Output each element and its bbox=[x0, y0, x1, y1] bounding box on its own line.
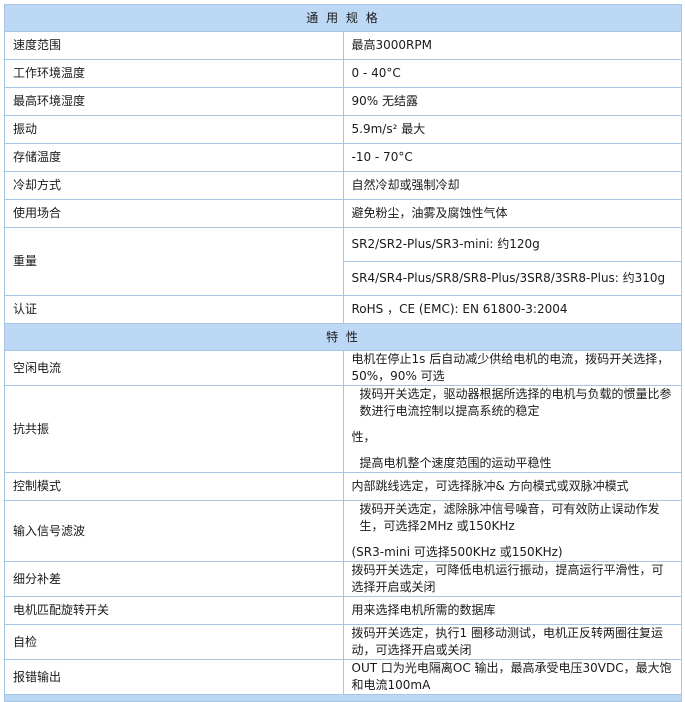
row-label: 振动 bbox=[4, 115, 344, 144]
row-label: 控制模式 bbox=[4, 472, 344, 501]
table-row: 振动 5.9m/s² 最大 bbox=[4, 115, 682, 144]
footer-band bbox=[4, 694, 682, 702]
table-row-motor-match: 电机匹配旋转开关 用来选择电机所需的数据库 bbox=[4, 596, 682, 625]
table-row-idle-current: 空闲电流 电机在停止1s 后自动减少供给电机的电流，拨码开关选择，50%，90%… bbox=[4, 350, 682, 386]
table-row-microstep: 细分补差 拨码开关选定，可降低电机运行振动，提高运行平滑性，可选择开启或关闭 bbox=[4, 561, 682, 597]
row-value: 最高3000RPM bbox=[342, 31, 682, 60]
value-line-2: 性， bbox=[351, 430, 376, 444]
row-value-multi: 拨码开关选定，滤除脉冲信号噪音，可有效防止误动作发生，可选择2MHz 或150K… bbox=[342, 500, 682, 562]
row-value-multi: 拨码开关选定，驱动器根据所选择的电机与负载的惯量比参数进行电流控制以提高系统的稳… bbox=[342, 385, 682, 473]
row-label: 报错输出 bbox=[4, 659, 344, 695]
table-row-certification: 认证 RoHS ，CE (EMC): EN 61800-3:2004 bbox=[4, 295, 682, 324]
row-value: 自然冷却或强制冷却 bbox=[342, 171, 682, 200]
section-title-features: 特 性 bbox=[4, 323, 682, 351]
row-label: 空闲电流 bbox=[4, 350, 344, 386]
row-label: 输入信号滤波 bbox=[4, 500, 344, 562]
table-row-weight: 重量 SR2/SR2-Plus/SR3-mini: 约120g bbox=[4, 227, 682, 296]
table-row: 存储温度 -10 - 70°C bbox=[4, 143, 682, 172]
row-value: OUT 口为光电隔离OC 输出，最高承受电压30VDC，最大饱和电流100mA bbox=[342, 659, 682, 695]
row-value: 内部跳线选定，可选择脉冲& 方向模式或双脉冲模式 bbox=[342, 472, 682, 501]
table-row: 冷却方式 自然冷却或强制冷却 bbox=[4, 171, 682, 200]
row-label: 使用场合 bbox=[4, 199, 344, 228]
row-value: 拨码开关选定，执行1 圈移动测试，电机正反转两圈往复运动，可选择开启或关闭 bbox=[342, 624, 682, 660]
row-value: 用来选择电机所需的数据库 bbox=[342, 596, 682, 625]
row-label: 最高环境湿度 bbox=[4, 87, 344, 116]
section-features-header: 特 性 bbox=[4, 323, 682, 351]
table-footer-band bbox=[4, 694, 682, 702]
table-row: 速度范围 最高3000RPM bbox=[4, 31, 682, 60]
row-label: 细分补差 bbox=[4, 561, 344, 597]
value-line-1: 拨码开关选定，驱动器根据所选择的电机与负载的惯量比参数进行电流控制以提高系统的稳… bbox=[359, 387, 672, 418]
row-value: 电机在停止1s 后自动减少供给电机的电流，拨码开关选择，50%，90% 可选 bbox=[342, 350, 682, 386]
row-value-weight-2: SR4/SR4-Plus/SR8/SR8-Plus/3SR8/3SR8-Plus… bbox=[342, 261, 682, 296]
table-row-anti-resonance: 抗共振 拨码开关选定，驱动器根据所选择的电机与负载的惯量比参数进行电流控制以提高… bbox=[4, 385, 682, 473]
row-label: 工作环境温度 bbox=[4, 59, 344, 88]
row-value: 0 - 40°C bbox=[342, 59, 682, 88]
row-value: 拨码开关选定，可降低电机运行振动，提高运行平滑性，可选择开启或关闭 bbox=[342, 561, 682, 597]
table-row: 使用场合 避免粉尘，油雾及腐蚀性气体 bbox=[4, 199, 682, 228]
value-line-1: 拨码开关选定，滤除脉冲信号噪音，可有效防止误动作发生，可选择2MHz 或150K… bbox=[359, 502, 660, 533]
row-label: 电机匹配旋转开关 bbox=[4, 596, 344, 625]
table-row-control-mode: 控制模式 内部跳线选定，可选择脉冲& 方向模式或双脉冲模式 bbox=[4, 472, 682, 501]
table-row: 最高环境湿度 90% 无结露 bbox=[4, 87, 682, 116]
row-value-weight-1: SR2/SR2-Plus/SR3-mini: 约120g bbox=[342, 227, 682, 262]
section-title-general: 通 用 规 格 bbox=[4, 4, 682, 32]
row-label: 冷却方式 bbox=[4, 171, 344, 200]
row-label: 自检 bbox=[4, 624, 344, 660]
row-label: 认证 bbox=[4, 295, 344, 324]
table-row-alarm-output: 报错输出 OUT 口为光电隔离OC 输出，最高承受电压30VDC，最大饱和电流1… bbox=[4, 659, 682, 695]
table-row-self-test: 自检 拨码开关选定，执行1 圈移动测试，电机正反转两圈往复运动，可选择开启或关闭 bbox=[4, 624, 682, 660]
table-row: 工作环境温度 0 - 40°C bbox=[4, 59, 682, 88]
row-label: 速度范围 bbox=[4, 31, 344, 60]
value-line-2: (SR3-mini 可选择500KHz 或150KHz) bbox=[351, 545, 563, 559]
spec-table: 通 用 规 格 速度范围 最高3000RPM 工作环境温度 0 - 40°C 最… bbox=[4, 4, 682, 702]
row-label: 抗共振 bbox=[4, 385, 344, 473]
row-label-weight: 重量 bbox=[4, 227, 344, 296]
value-line-3: 提高电机整个速度范围的运动平稳性 bbox=[359, 456, 552, 470]
row-value: RoHS ，CE (EMC): EN 61800-3:2004 bbox=[342, 295, 682, 324]
row-value: 90% 无结露 bbox=[342, 87, 682, 116]
row-value: -10 - 70°C bbox=[342, 143, 682, 172]
table-row-input-filter: 输入信号滤波 拨码开关选定，滤除脉冲信号噪音，可有效防止误动作发生，可选择2MH… bbox=[4, 500, 682, 562]
section-general-header: 通 用 规 格 bbox=[4, 4, 682, 32]
row-label: 存储温度 bbox=[4, 143, 344, 172]
row-value: 5.9m/s² 最大 bbox=[342, 115, 682, 144]
row-value: 避免粉尘，油雾及腐蚀性气体 bbox=[342, 199, 682, 228]
